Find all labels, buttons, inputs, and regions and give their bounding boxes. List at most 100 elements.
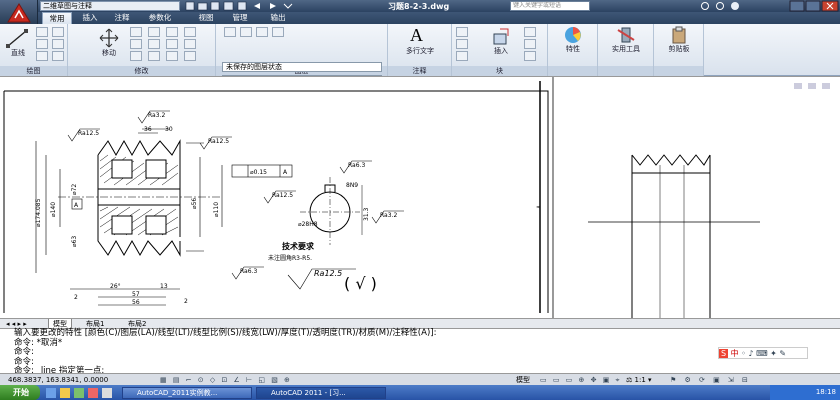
quick-launch-icon-4[interactable]	[88, 388, 98, 398]
join-icon[interactable]	[184, 51, 196, 61]
maximize-button[interactable]	[805, 0, 821, 12]
array-icon[interactable]	[166, 51, 178, 61]
ellipse-icon[interactable]	[52, 51, 64, 61]
dim-8n9: 8N9	[346, 182, 358, 189]
layer-state-dropdown[interactable]: 未保存的图层状态	[222, 62, 382, 72]
table-icon[interactable]	[456, 51, 468, 61]
copy-icon[interactable]	[130, 39, 142, 49]
star-icon[interactable]	[716, 2, 724, 10]
new-icon[interactable]	[185, 1, 195, 11]
tab-output[interactable]: 输出	[266, 12, 290, 24]
dim-26: 26°	[110, 283, 121, 290]
dim-h31: 31.3	[363, 207, 370, 221]
hatch-icon[interactable]	[52, 39, 64, 49]
dim-57: 57	[132, 291, 140, 298]
rectangle-icon[interactable]	[52, 27, 64, 37]
insert-label[interactable]: 插入	[486, 46, 516, 56]
tab-insert[interactable]: 插入	[78, 12, 102, 24]
roughness-5: Ra12.5	[272, 192, 293, 199]
undo-icon[interactable]	[254, 3, 260, 9]
rotate-icon[interactable]	[130, 27, 142, 37]
title-bar: 二维草图与注释 习题8-2-3.dwg 键入关键字或短语	[0, 0, 840, 12]
quick-launch-icon-5[interactable]	[102, 388, 112, 398]
dimension-linear-icon[interactable]	[456, 27, 468, 37]
search-input[interactable]: 键入关键字或短语	[510, 1, 590, 11]
panel-properties: 特性	[548, 24, 598, 76]
erase-icon[interactable]	[166, 27, 178, 37]
layer-freeze-icon[interactable]	[272, 27, 284, 37]
quick-launch-icon-3[interactable]	[74, 388, 84, 398]
minimize-button[interactable]	[789, 0, 805, 12]
viewport-minimize-button[interactable]	[794, 83, 802, 89]
application-menu-button[interactable]	[0, 0, 38, 27]
mirror-icon[interactable]	[148, 39, 160, 49]
panel-draw-label[interactable]: 绘图	[0, 66, 67, 76]
command-window[interactable]: 输入要更改的特性 [颜色(C)/图层(LA)/线型(LT)/线型比例(S)/线宽…	[0, 328, 840, 376]
polyline-icon[interactable]	[36, 27, 48, 37]
tab-parametric[interactable]: 参数化	[142, 12, 178, 24]
properties-icon[interactable]	[563, 26, 583, 44]
panel-clipboard: 剪贴板	[654, 24, 704, 76]
panel-block-label[interactable]: 块	[452, 66, 547, 76]
tab-view[interactable]: 视图	[194, 12, 218, 24]
fillet-icon[interactable]	[166, 39, 178, 49]
create-block-icon[interactable]	[524, 27, 536, 37]
viewport-close-button[interactable]	[822, 83, 830, 89]
clock[interactable]: 18:18	[770, 385, 840, 400]
leader-icon[interactable]	[456, 39, 468, 49]
dim-d56: ⌀56	[191, 198, 198, 209]
move-label[interactable]: 移动	[94, 48, 124, 58]
trim-icon[interactable]	[148, 27, 160, 37]
quick-launch-icon-2[interactable]	[60, 388, 70, 398]
saveas-icon[interactable]	[223, 1, 234, 11]
taskbar-item-1[interactable]: AutoCAD_2011实例教...	[122, 387, 252, 399]
roughness-7: Ra6.3	[240, 268, 257, 275]
panel-annotation-label[interactable]: 注释	[388, 66, 451, 76]
line-label[interactable]: 直线	[6, 48, 30, 58]
redo-icon[interactable]	[270, 3, 276, 9]
layer-off-icon[interactable]	[240, 27, 252, 37]
edit-block-icon[interactable]	[524, 39, 536, 49]
workspace-dropdown[interactable]: 二维草图与注释	[40, 1, 180, 11]
move-icon[interactable]	[98, 28, 120, 48]
open-icon[interactable]	[197, 2, 208, 11]
panel-modify-label[interactable]: 修改	[68, 66, 215, 76]
ime-toolbar[interactable]: S 中 ◦ ♪ ⌨ ✦ ✎	[718, 347, 808, 359]
mtext-label[interactable]: 多行文字	[398, 46, 442, 56]
viewport-maximize-button[interactable]	[808, 83, 816, 89]
print-icon[interactable]	[237, 1, 247, 11]
tab-home[interactable]: 常用	[42, 12, 72, 24]
quick-launch-icon-1[interactable]	[46, 388, 56, 398]
utilities-label[interactable]: 实用工具	[602, 44, 650, 54]
help-icon[interactable]	[731, 2, 739, 10]
panel-draw: 直线 绘图	[0, 24, 68, 76]
start-button[interactable]: 开始	[0, 385, 40, 400]
explode-icon[interactable]	[184, 27, 196, 37]
arc-icon[interactable]	[36, 51, 48, 61]
drawing-canvas[interactable]: ⌀174.085 ⌀140 ⌀56 ⌀110 ⌀72 ⌀63 36 30 2 2…	[0, 76, 840, 319]
scale-icon[interactable]	[148, 51, 160, 61]
line-icon[interactable]	[6, 28, 30, 48]
stretch-icon[interactable]	[130, 51, 142, 61]
save-icon[interactable]	[210, 1, 220, 11]
ribbon: 直线 绘图 移动 修改 图层 未保存的图层状态 0	[0, 24, 840, 85]
ime-icons: ◦ ♪ ⌨ ✦ ✎	[741, 349, 787, 358]
attribute-icon[interactable]	[524, 51, 536, 61]
circle-icon[interactable]	[36, 39, 48, 49]
clipboard-icon[interactable]	[670, 26, 688, 44]
tab-annotate[interactable]: 注释	[110, 12, 134, 24]
binoculars-icon[interactable]	[701, 2, 709, 10]
roughness-4: Ra6.3	[348, 162, 365, 169]
utilities-icon[interactable]	[616, 26, 636, 44]
properties-label[interactable]: 特性	[553, 44, 593, 54]
tab-manage[interactable]: 管理	[228, 12, 252, 24]
insert-block-icon[interactable]	[492, 28, 512, 46]
ime-mode[interactable]: 中	[731, 349, 739, 358]
mtext-icon[interactable]: A	[410, 25, 423, 46]
layer-isolate-icon[interactable]	[256, 27, 268, 37]
layer-properties-icon[interactable]	[224, 27, 236, 37]
offset-icon[interactable]	[184, 39, 196, 49]
clipboard-label[interactable]: 剪贴板	[656, 44, 702, 54]
chevron-down-icon[interactable]	[283, 3, 293, 9]
taskbar-item-2[interactable]: AutoCAD 2011 - [习...	[256, 387, 386, 399]
